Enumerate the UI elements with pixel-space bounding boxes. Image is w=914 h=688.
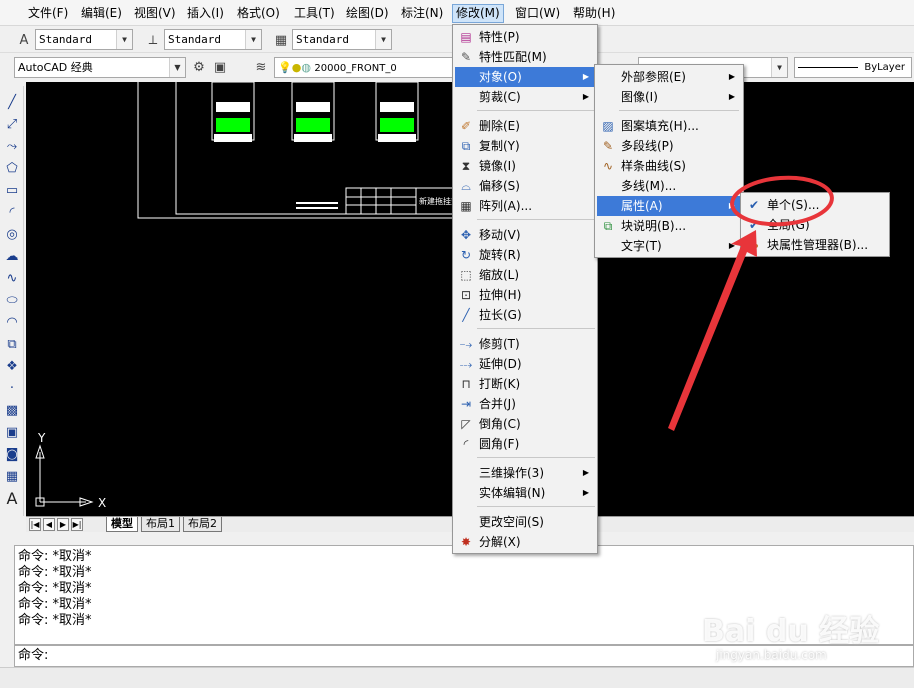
annotation-overlay <box>668 175 834 431</box>
annotation-arrow <box>668 230 757 431</box>
autocad-window: 文件(F) 编辑(E) 视图(V) 插入(I) 格式(O) 工具(T) 绘图(D… <box>0 0 914 688</box>
highlight-circle <box>730 175 834 227</box>
